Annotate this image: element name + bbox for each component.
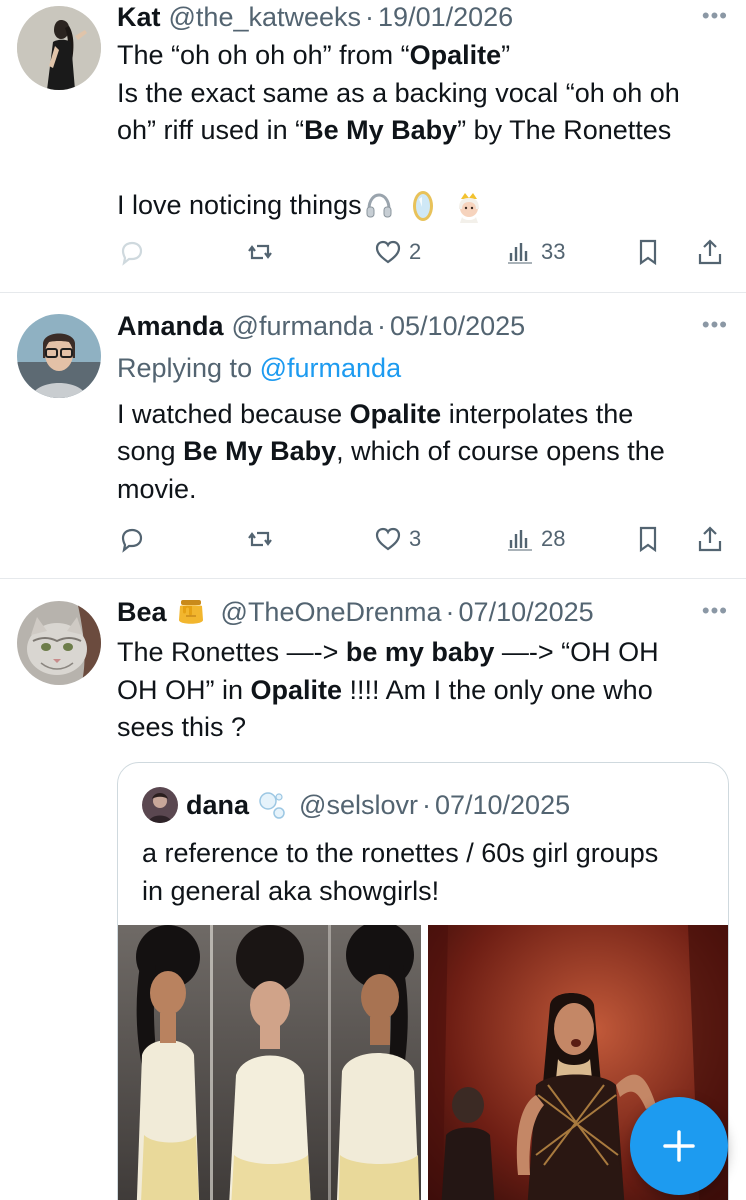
like-button[interactable]: 3 — [373, 521, 421, 557]
more-options-icon[interactable]: ••• — [702, 598, 728, 624]
bubbles-icon — [259, 792, 285, 819]
views-button[interactable]: 33 — [505, 234, 565, 270]
tweet-text-line: Is the exact same as a backing vocal “oh… — [117, 77, 680, 108]
tweet-text-line: movie. — [117, 473, 197, 504]
replying-to: Replying to @furmanda — [117, 353, 402, 383]
avatar-bea-image — [17, 601, 101, 685]
bookmark-icon — [639, 526, 657, 553]
views-icon — [508, 243, 532, 264]
like-count: 2 — [409, 239, 422, 264]
more-options-icon[interactable]: ••• — [702, 312, 728, 338]
tweet-amanda[interactable]: Amanda @furmanda · 05/10/2025 ••• Replyi… — [0, 293, 746, 578]
avatar-amanda[interactable] — [17, 314, 101, 398]
tweet-date[interactable]: 19/01/2026 — [378, 2, 513, 33]
tweet-text: The “oh oh oh oh” from “Opalite” Is the … — [117, 37, 727, 225]
header-separator: · — [365, 1, 375, 32]
honey-pot-icon — [178, 600, 203, 624]
avatar-dana-image — [142, 787, 178, 823]
heart-icon — [375, 240, 401, 264]
retweet-icon — [248, 244, 272, 260]
quote-image-left — [118, 925, 421, 1200]
tweet-text-line: OH OH” in Opalite !!!! Am I the only one… — [117, 674, 653, 705]
tweet-text-line: sees this ? — [117, 712, 247, 742]
tweet-text: The Ronettes —-> be my baby —-> “OH OH O… — [117, 634, 727, 747]
tweet-text: Replying to @furmanda I watched because … — [117, 350, 727, 508]
share-button[interactable] — [695, 521, 725, 557]
user-handle[interactable]: @the_katweeks — [169, 2, 362, 33]
heart-icon — [375, 527, 401, 551]
tweet-kat[interactable]: Kat @the_katweeks · 19/01/2026 ••• The “… — [0, 0, 746, 292]
reply-button[interactable] — [117, 521, 147, 557]
user-handle[interactable]: @TheOneDrenma — [221, 597, 442, 628]
display-name[interactable]: Kat — [117, 2, 161, 33]
views-count: 28 — [541, 526, 566, 551]
views-count: 33 — [541, 239, 566, 264]
tweet-header: Amanda @furmanda · 05/10/2025 — [117, 309, 525, 343]
quote-header-separator: · — [421, 789, 431, 820]
quote-text-line: in general aka showgirls! — [142, 875, 440, 906]
tweet-text-line: The “oh oh oh oh” from “Opalite” — [117, 40, 511, 70]
reply-button[interactable] — [117, 234, 147, 270]
replying-to-handle[interactable]: @furmanda — [260, 353, 401, 383]
quote-date[interactable]: 07/10/2025 — [435, 790, 570, 821]
bookmark-icon — [639, 239, 657, 266]
retweet-icon — [248, 531, 272, 547]
share-button[interactable] — [695, 234, 725, 270]
tweet-date[interactable]: 05/10/2025 — [390, 311, 525, 342]
tweet-actions: 2 33 — [117, 234, 737, 270]
avatar-bea[interactable] — [17, 601, 101, 685]
header-separator: · — [377, 310, 387, 341]
retweet-button[interactable] — [245, 521, 275, 557]
quote-text-line: a reference to the ronettes / 60s girl g… — [142, 838, 659, 868]
avatar-amanda-image — [17, 314, 101, 398]
avatar-dana[interactable] — [142, 787, 178, 823]
like-button[interactable]: 2 — [373, 234, 421, 270]
views-button[interactable]: 28 — [505, 521, 565, 557]
display-name[interactable]: Bea — [117, 597, 167, 628]
quote-media-left[interactable] — [118, 925, 421, 1200]
quote-header: dana @selslovr · 07/10/2025 — [186, 788, 570, 822]
tweet-text-line: I love noticing things — [117, 187, 727, 225]
reply-icon — [121, 241, 143, 266]
reply-icon — [121, 528, 143, 553]
views-icon — [508, 530, 532, 551]
share-icon — [698, 239, 722, 265]
tweet-text-line: The Ronettes —-> be my baby —-> “OH OH — [117, 637, 659, 667]
share-icon — [698, 526, 722, 552]
quote-text: a reference to the ronettes / 60s girl g… — [142, 835, 722, 910]
user-handle[interactable]: @furmanda — [232, 311, 373, 342]
tweet-text-line: song Be My Baby, which of course opens t… — [117, 436, 665, 466]
header-separator: · — [445, 596, 455, 627]
bookmark-button[interactable] — [633, 521, 663, 557]
tweet-text-line: oh” riff used in “Be My Baby” by The Ron… — [117, 115, 672, 145]
compose-fab[interactable] — [630, 1097, 728, 1195]
headphone-icon — [366, 193, 392, 218]
tweet-text-line: I watched because Opalite interpolates t… — [117, 398, 634, 429]
quote-display-name[interactable]: dana — [186, 790, 249, 821]
avatar-kat-image — [17, 6, 101, 90]
princess-icon — [458, 192, 479, 223]
tweet-header: Kat @the_katweeks · 19/01/2026 — [117, 0, 513, 34]
display-name[interactable]: Amanda — [117, 311, 224, 342]
more-options-icon[interactable]: ••• — [702, 3, 728, 29]
tweet-date[interactable]: 07/10/2025 — [459, 597, 594, 628]
like-count: 3 — [409, 526, 422, 551]
tweet-header: Bea @TheOneDrenma · 07/10/2025 — [117, 595, 594, 629]
tweet-actions: 3 28 — [117, 521, 737, 557]
bookmark-button[interactable] — [633, 234, 663, 270]
mirror-icon — [412, 190, 433, 221]
plus-icon — [663, 1130, 695, 1162]
avatar-kat[interactable] — [17, 6, 101, 90]
quote-user-handle[interactable]: @selslovr — [299, 790, 418, 821]
retweet-button[interactable] — [245, 234, 275, 270]
